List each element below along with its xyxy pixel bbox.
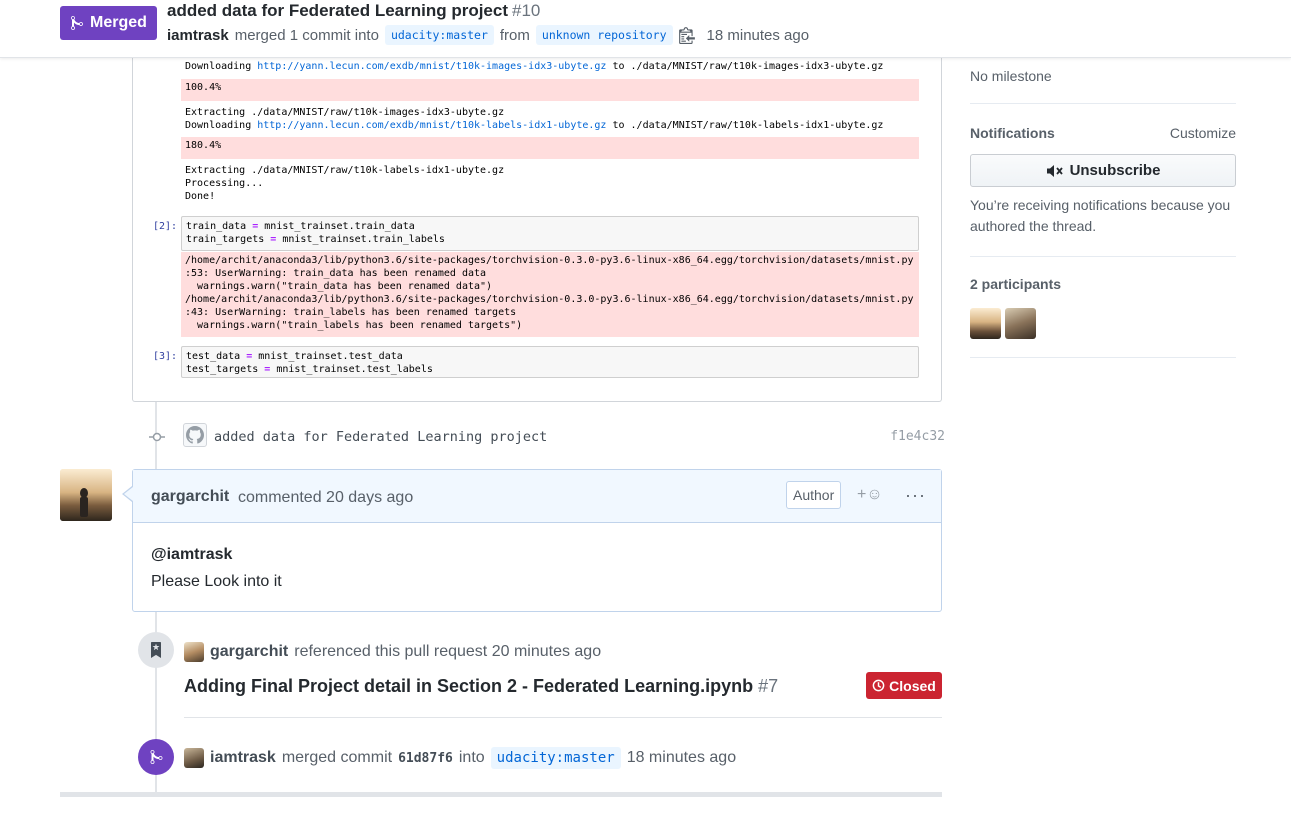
customize-notifications-link[interactable]: Customize	[1170, 125, 1236, 141]
comment-mention[interactable]: @iamtrask	[151, 546, 232, 564]
merge-event-time[interactable]: 18 minutes ago	[627, 749, 736, 767]
git-merge-icon	[71, 15, 84, 31]
reference-author-link[interactable]: gargarchit	[210, 643, 288, 661]
mute-icon	[1046, 164, 1063, 177]
notebook-done-line: Done!	[185, 191, 216, 202]
merger-avatar[interactable]	[184, 748, 204, 768]
notebook-input-cell-3: test_data = mnist_trainset.test_data tes…	[181, 346, 919, 378]
more-options-icon[interactable]: ···	[905, 485, 926, 506]
sidebar-divider-1	[970, 103, 1236, 104]
add-reaction-icon[interactable]: +☺	[857, 486, 883, 504]
comment-header: gargarchit commented 20 days ago Author …	[133, 470, 941, 523]
bookmark-icon	[138, 632, 174, 668]
mnist-images-link[interactable]: http://yann.lecun.com/exdb/mnist/t10k-im…	[257, 61, 606, 72]
notebook-download-line-1: Downloading http://yann.lecun.com/exdb/m…	[185, 61, 884, 72]
merged-status-label: Merged	[90, 14, 147, 31]
milestone-value: No milestone	[970, 68, 1052, 84]
reference-event-text: referenced this pull request 20 minutes …	[294, 643, 602, 660]
base-branch[interactable]: udacity:master	[384, 25, 494, 45]
head-branch[interactable]: unknown repository	[535, 25, 673, 45]
commit-row: added data for Federated Learning projec…	[145, 420, 945, 454]
comment-timestamp[interactable]: commented 20 days ago	[238, 489, 413, 507]
notebook-prompt-2: [2]:	[153, 221, 178, 232]
comment-body: Please Look into it	[151, 573, 282, 590]
pr-merge-time: 18 minutes ago	[706, 26, 810, 44]
referenced-pr-title-text[interactable]: Adding Final Project detail in Section 2…	[184, 676, 753, 696]
referenced-pr-title[interactable]: Adding Final Project detail in Section 2…	[184, 676, 778, 697]
sidebar-divider-3	[970, 357, 1236, 358]
reference-author-avatar[interactable]	[184, 642, 204, 662]
merge-commit-sha-link[interactable]: 61d87f6	[398, 751, 453, 766]
comment-box: gargarchit commented 20 days ago Author …	[132, 469, 942, 612]
pr-from-text: from	[499, 26, 530, 44]
closed-status-label: Closed	[889, 677, 936, 694]
git-commit-icon	[149, 432, 165, 442]
merge-into-text: into	[458, 749, 485, 766]
commit-sha-link[interactable]: f1e4c32	[890, 429, 945, 444]
merge-event-line: iamtrask merged commit 61d87f6 into udac…	[184, 747, 736, 769]
comment-author-link[interactable]: gargarchit	[151, 488, 229, 506]
referenced-pr-number[interactable]: #7	[758, 676, 778, 696]
participant-avatar-iamtrask[interactable]	[1005, 308, 1036, 339]
participants-heading: 2 participants	[970, 276, 1062, 292]
notebook-warning-output: /home/archit/anaconda3/lib/python3.6/sit…	[181, 252, 919, 337]
merged-status-badge: Merged	[60, 6, 157, 40]
notification-reason-text: You’re receiving notifications because y…	[970, 197, 1231, 234]
commenter-avatar[interactable]	[60, 469, 112, 521]
participant-avatar-gargarchit[interactable]	[970, 308, 1001, 339]
notebook-extract-line-1: Extracting ./data/MNIST/raw/t10k-images-…	[185, 107, 505, 118]
pr-author-link[interactable]: iamtrask	[167, 27, 229, 44]
merge-target-branch[interactable]: udacity:master	[490, 747, 621, 769]
merge-event-text: merged commit	[281, 749, 393, 766]
pr-meta: iamtrask merged 1 commit into udacity:ma…	[167, 25, 809, 45]
github-octocat-avatar-icon[interactable]	[183, 423, 207, 447]
merger-link[interactable]: iamtrask	[210, 749, 276, 767]
timeline-end-bar	[60, 792, 942, 797]
pr-closed-icon	[872, 679, 885, 692]
comment-caret-inner	[124, 487, 133, 501]
author-label: Author	[786, 481, 842, 509]
pr-number: #10	[512, 1, 541, 20]
notebook-diff-view: Downloading http://yann.lecun.com/exdb/m…	[132, 40, 942, 402]
unsubscribe-label: Unsubscribe	[1069, 162, 1161, 179]
reference-event-line: gargarchit referenced this pull request …	[184, 642, 601, 662]
pr-title: added data for Federated Learning projec…	[167, 1, 540, 21]
pr-merge-text: merged 1 commit into	[234, 26, 379, 44]
copy-branch-icon[interactable]	[678, 26, 695, 44]
notebook-extract-line-2: Extracting ./data/MNIST/raw/t10k-labels-…	[185, 165, 505, 176]
notebook-progress-1: 100.4%	[181, 79, 919, 101]
unsubscribe-button[interactable]: Unsubscribe	[970, 154, 1236, 187]
notebook-prompt-3: [3]:	[153, 351, 178, 362]
notebook-input-cell-2: train_data = mnist_trainset.train_data t…	[181, 216, 919, 251]
pr-sticky-header: Merged added data for Federated Learning…	[0, 0, 1291, 58]
commit-message-link[interactable]: added data for Federated Learning projec…	[214, 429, 547, 445]
pr-title-text: added data for Federated Learning projec…	[167, 1, 509, 20]
mnist-labels-link[interactable]: http://yann.lecun.com/exdb/mnist/t10k-la…	[257, 120, 606, 131]
notebook-processing-line: Processing...	[185, 178, 264, 189]
notebook-progress-2: 180.4%	[181, 137, 919, 159]
notebook-download-line-2: Downloading http://yann.lecun.com/exdb/m…	[185, 120, 884, 131]
reference-divider	[184, 717, 942, 718]
git-merge-icon	[138, 739, 174, 775]
notifications-heading: Notifications	[970, 125, 1055, 141]
closed-status-badge: Closed	[866, 672, 942, 699]
sidebar-divider-2	[970, 256, 1236, 257]
